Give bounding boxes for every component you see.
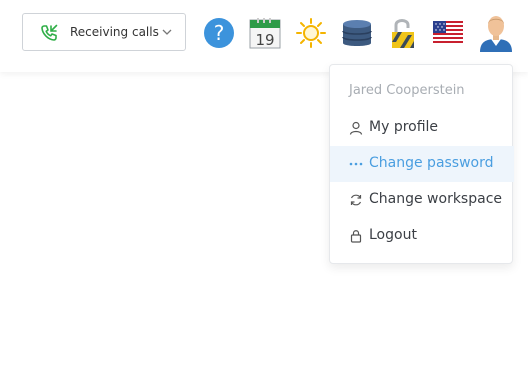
svg-text:?: ? [214,21,225,45]
sun-icon[interactable] [295,17,327,49]
menu-item-label: Change workspace [369,191,502,207]
calendar-day: 19 [255,31,274,49]
user-avatar-icon[interactable] [478,14,514,52]
menu-item-change-password[interactable]: Change password [330,146,514,182]
phone-incoming-icon [41,24,58,41]
call-status-dropdown[interactable]: Receiving calls [22,13,186,51]
top-bar: Receiving calls ? 19 [0,0,528,72]
refresh-icon [350,194,362,206]
user-menu-dropdown: Jared Cooperstein My profile Change pass… [329,64,514,264]
us-flag-icon[interactable] [433,21,463,45]
help-icon[interactable]: ? [203,17,235,49]
lock-icon[interactable] [387,17,419,49]
call-status-label: Receiving calls [70,25,159,39]
menu-item-label: Change password [369,155,494,171]
dots-icon [349,162,363,166]
database-icon[interactable] [341,17,373,49]
menu-item-logout[interactable]: Logout [330,218,514,254]
calendar-icon[interactable]: 19 [249,17,281,49]
menu-item-change-workspace[interactable]: Change workspace [330,182,514,218]
user-name: Jared Cooperstein [349,83,465,98]
chevron-down-icon [162,29,172,35]
lock-icon [350,230,362,243]
user-icon [349,121,363,135]
menu-item-my-profile[interactable]: My profile [330,110,514,146]
menu-item-label: Logout [369,227,417,243]
menu-item-label: My profile [369,119,439,135]
